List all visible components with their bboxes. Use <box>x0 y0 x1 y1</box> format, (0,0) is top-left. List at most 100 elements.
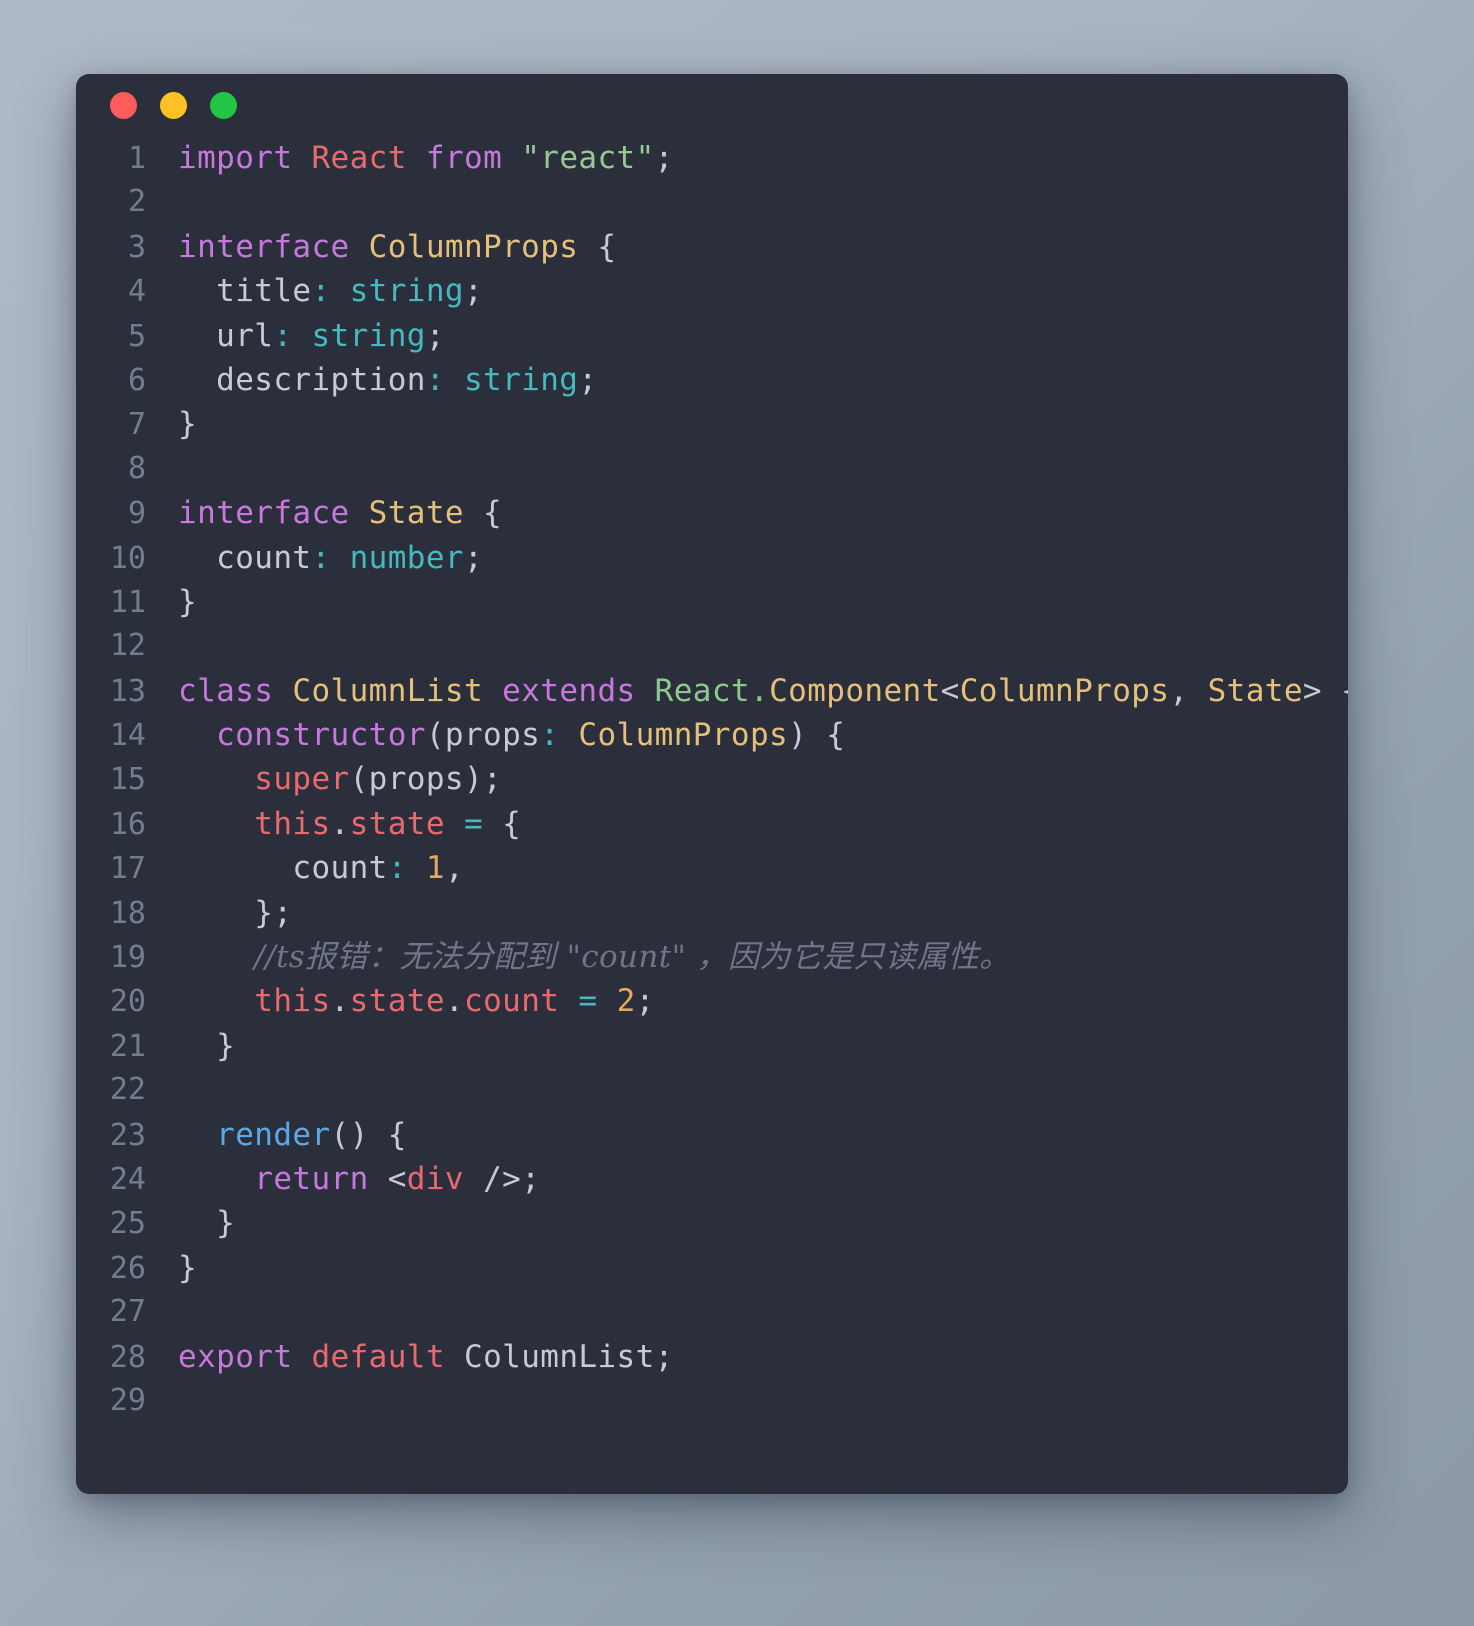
line-number: 4 <box>127 274 146 310</box>
code-editor[interactable]: 1 import React from "react"; 2 3 interface C… <box>76 136 1348 1423</box>
code-token: div <box>406 1160 464 1197</box>
code-token: interface <box>178 228 350 265</box>
code-token: url <box>178 317 274 354</box>
code-token: = <box>578 983 598 1020</box>
code-token: string <box>463 361 579 398</box>
code-line[interactable]: 1 import React from "react"; <box>76 136 1348 180</box>
code-line[interactable]: 27 <box>76 1290 1348 1334</box>
code-line[interactable]: 15 super(props); <box>76 757 1348 801</box>
code-line[interactable]: 12 <box>76 624 1348 668</box>
code-token: : <box>311 273 331 310</box>
code-line[interactable]: 29 <box>76 1379 1348 1423</box>
line-content: count: number; <box>146 536 483 580</box>
code-token: { <box>463 495 503 532</box>
code-token: //ts报错：无法分配到 "count" ，因为它是只读属性。 <box>254 939 1011 976</box>
code-line[interactable]: 17 count: 1, <box>76 846 1348 890</box>
code-line[interactable]: 8 <box>76 447 1348 491</box>
code-token: React <box>311 140 407 176</box>
code-token: export <box>178 1338 293 1375</box>
line-number: 25 <box>109 1206 146 1242</box>
code-token: import <box>178 140 293 176</box>
line-content: }; <box>146 891 292 935</box>
code-line[interactable]: 19 //ts报错：无法分配到 "count" ，因为它是只读属性。 <box>76 935 1348 979</box>
code-line[interactable]: 16 this.state = { <box>76 802 1348 846</box>
code-token: number <box>349 539 464 576</box>
code-line[interactable]: 24 return <div />; <box>76 1157 1348 1201</box>
close-button-icon[interactable] <box>110 91 137 119</box>
line-number: 17 <box>109 851 146 887</box>
maximize-button-icon[interactable] <box>210 91 237 119</box>
code-token: string <box>349 273 464 310</box>
line-content: title: string; <box>146 269 483 313</box>
code-token: from <box>425 140 503 176</box>
code-line[interactable]: 21 } <box>76 1024 1348 1068</box>
code-line[interactable]: 25 } <box>76 1201 1348 1245</box>
code-token: ColumnList <box>464 1338 655 1375</box>
line-content: interface ColumnProps { <box>146 225 617 269</box>
code-line[interactable]: 26} <box>76 1246 1348 1290</box>
code-line[interactable]: 11} <box>76 580 1348 624</box>
line-number: 27 <box>109 1294 146 1330</box>
code-token: . <box>749 672 770 709</box>
code-token: ; <box>425 317 445 354</box>
code-token: ColumnList <box>292 672 484 709</box>
code-token: count <box>178 539 312 576</box>
line-content: //ts报错：无法分配到 "count" ，因为它是只读属性。 <box>146 935 1011 979</box>
line-number: 19 <box>109 940 146 976</box>
code-line[interactable]: 28 export default ColumnList; <box>76 1335 1348 1379</box>
code-line[interactable]: 14 constructor(props: ColumnProps) { <box>76 713 1348 757</box>
code-token: : <box>311 539 331 576</box>
code-token: } <box>178 1027 236 1064</box>
line-number: 8 <box>127 450 146 486</box>
code-line[interactable]: 18 }; <box>76 891 1348 935</box>
line-content: class ColumnList extends React.Component… <box>146 669 1348 713</box>
code-window: 1 import React from "react"; 2 3 interface C… <box>76 74 1348 1494</box>
code-token: : <box>273 317 293 354</box>
code-line[interactable]: 9 interface State { <box>76 491 1348 535</box>
code-line[interactable]: 6 description: string; <box>76 358 1348 402</box>
line-number: 23 <box>109 1117 146 1153</box>
line-number: 22 <box>109 1072 146 1108</box>
code-line[interactable]: 20 this.state.count = 2; <box>76 979 1348 1023</box>
code-line[interactable]: 2 <box>76 180 1348 224</box>
code-line[interactable]: 10 count: number; <box>76 536 1348 580</box>
code-token: ; <box>635 983 655 1020</box>
line-content: this.state = { <box>146 802 521 846</box>
code-token: count <box>178 850 388 887</box>
code-line[interactable]: 5 url: string; <box>76 314 1348 358</box>
code-line[interactable]: 3 interface ColumnProps { <box>76 225 1348 269</box>
code-token: () { <box>330 1116 407 1153</box>
code-token: this <box>254 983 331 1020</box>
code-line[interactable]: 4 title: string; <box>76 269 1348 313</box>
code-token: , <box>1169 672 1208 709</box>
line-number: 15 <box>109 762 146 798</box>
line-number: 1 <box>127 141 146 176</box>
code-token: state <box>349 805 445 842</box>
line-content: import React from "react"; <box>146 136 674 180</box>
code-token: ) { <box>788 717 846 754</box>
code-token: (props); <box>349 761 503 798</box>
code-token: : <box>540 717 560 754</box>
code-line[interactable]: 13 class ColumnList extends React.Compone… <box>76 669 1348 713</box>
code-line[interactable]: 7} <box>76 402 1348 446</box>
code-token: > { <box>1302 672 1348 709</box>
code-line[interactable]: 23 render() { <box>76 1113 1348 1157</box>
line-number: 26 <box>109 1250 146 1286</box>
code-line[interactable]: 22 <box>76 1068 1348 1112</box>
minimize-button-icon[interactable] <box>160 91 187 119</box>
line-number: 29 <box>109 1382 146 1418</box>
code-token: ColumnProps <box>959 672 1170 709</box>
